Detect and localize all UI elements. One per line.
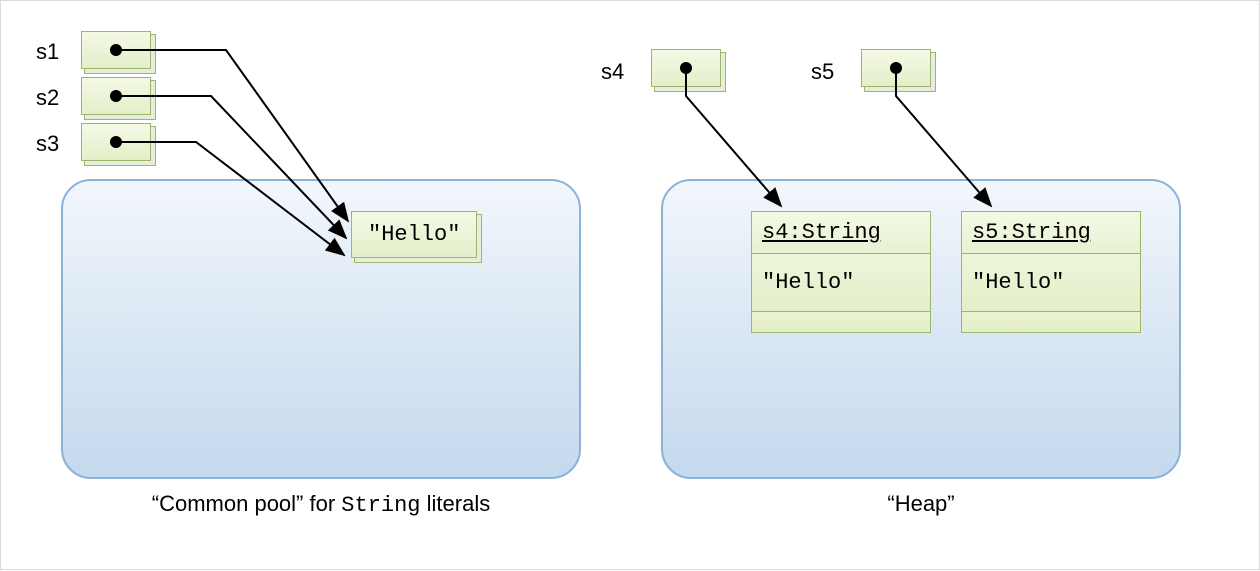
var-label-s4: s4 [601, 59, 624, 85]
dot-icon [110, 136, 122, 148]
dot-icon [110, 90, 122, 102]
ref-box-s4 [651, 49, 721, 87]
var-label-s1: s1 [36, 39, 59, 65]
heap-object-value: "Hello" [752, 254, 930, 312]
caption-type: String [341, 493, 420, 518]
ref-box-s5 [861, 49, 931, 87]
diagram-canvas: s1 s2 s3 s4 s5 "Hello" s4:String "Hello"… [0, 0, 1260, 570]
ref-box-s2 [81, 77, 151, 115]
dot-icon [110, 44, 122, 56]
pool-literal-box: "Hello" [351, 211, 477, 258]
heap-object-footer [962, 312, 1140, 332]
caption-text: literals [421, 491, 491, 516]
ref-box-s3 [81, 123, 151, 161]
heap-caption: “Heap” [661, 491, 1181, 517]
heap-object-footer [752, 312, 930, 332]
heap-object-value: "Hello" [962, 254, 1140, 312]
var-label-s2: s2 [36, 85, 59, 111]
common-pool-caption: “Common pool” for String literals [61, 491, 581, 518]
var-label-s3: s3 [36, 131, 59, 157]
heap-object-s4: s4:String "Hello" [751, 211, 931, 333]
var-label-s5: s5 [811, 59, 834, 85]
dot-icon [680, 62, 692, 74]
heap-object-header: s5:String [962, 212, 1140, 254]
dot-icon [890, 62, 902, 74]
heap-object-s5: s5:String "Hello" [961, 211, 1141, 333]
ref-box-s1 [81, 31, 151, 69]
caption-text: “Common pool” for [152, 491, 342, 516]
heap-object-header: s4:String [752, 212, 930, 254]
common-pool-region [61, 179, 581, 479]
